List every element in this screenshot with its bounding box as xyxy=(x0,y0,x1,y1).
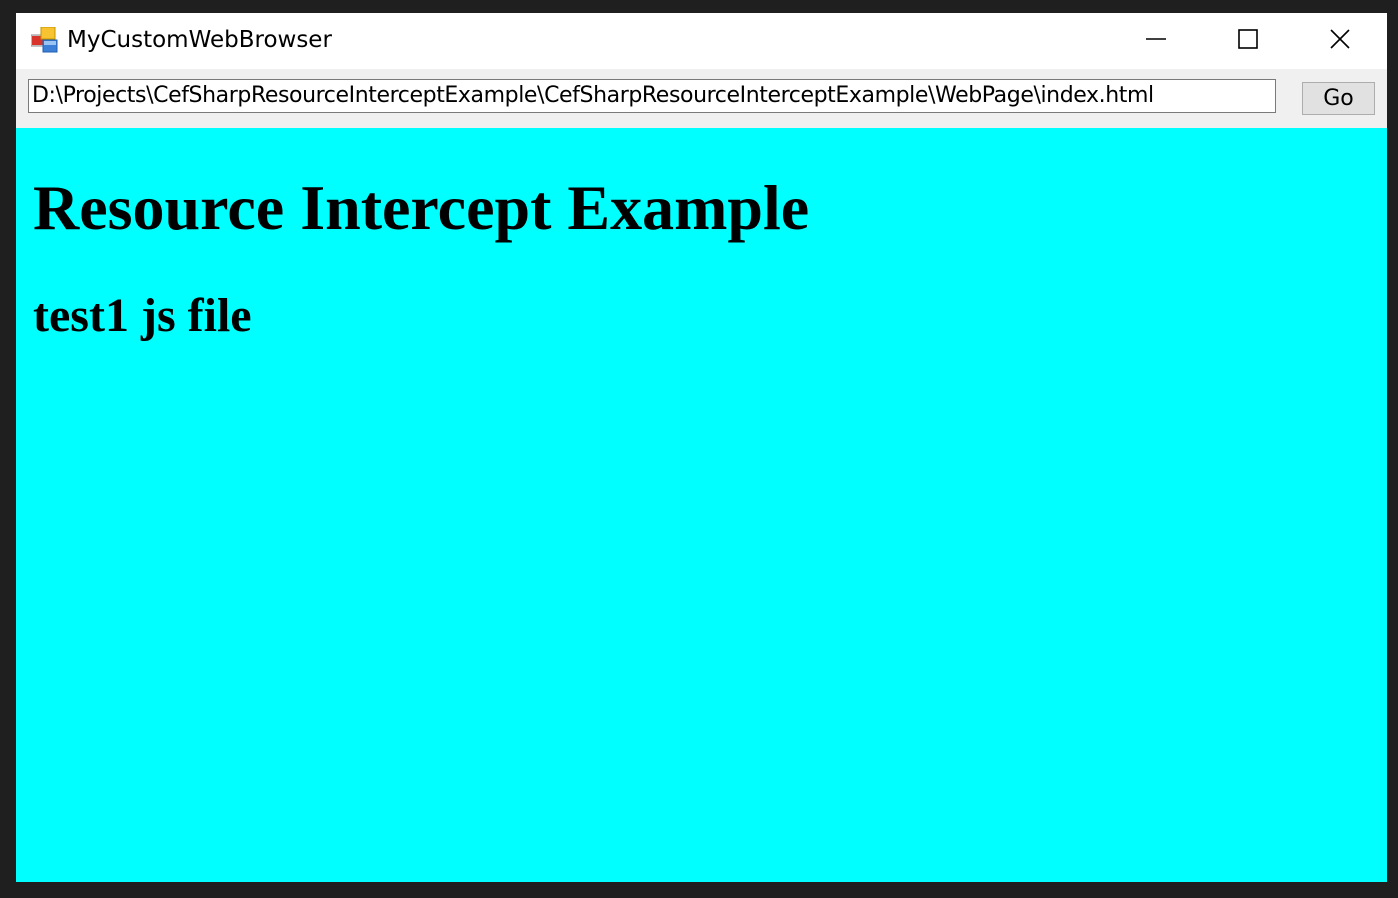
page-heading: Resource Intercept Example xyxy=(33,172,810,243)
go-button[interactable]: Go xyxy=(1302,82,1375,115)
close-icon xyxy=(1328,27,1352,56)
navigation-toolbar: D:\Projects\CefSharpResourceInterceptExa… xyxy=(16,69,1387,128)
app-window-icon xyxy=(30,26,59,53)
window-title: MyCustomWebBrowser xyxy=(67,27,332,53)
address-input[interactable]: D:\Projects\CefSharpResourceInterceptExa… xyxy=(28,79,1276,113)
browser-viewport: Resource Intercept Example test1 js file xyxy=(16,128,1387,882)
title-bar[interactable]: MyCustomWebBrowser xyxy=(16,13,1387,69)
minimize-button[interactable] xyxy=(1110,13,1202,69)
page-subheading: test1 js file xyxy=(33,289,252,342)
close-button[interactable] xyxy=(1294,13,1386,69)
maximize-button[interactable] xyxy=(1202,13,1294,69)
browser-window: MyCustomWebBrowser D:\Projects\CefSharpR… xyxy=(16,13,1387,882)
maximize-icon xyxy=(1236,27,1260,56)
minimize-icon xyxy=(1144,27,1168,56)
